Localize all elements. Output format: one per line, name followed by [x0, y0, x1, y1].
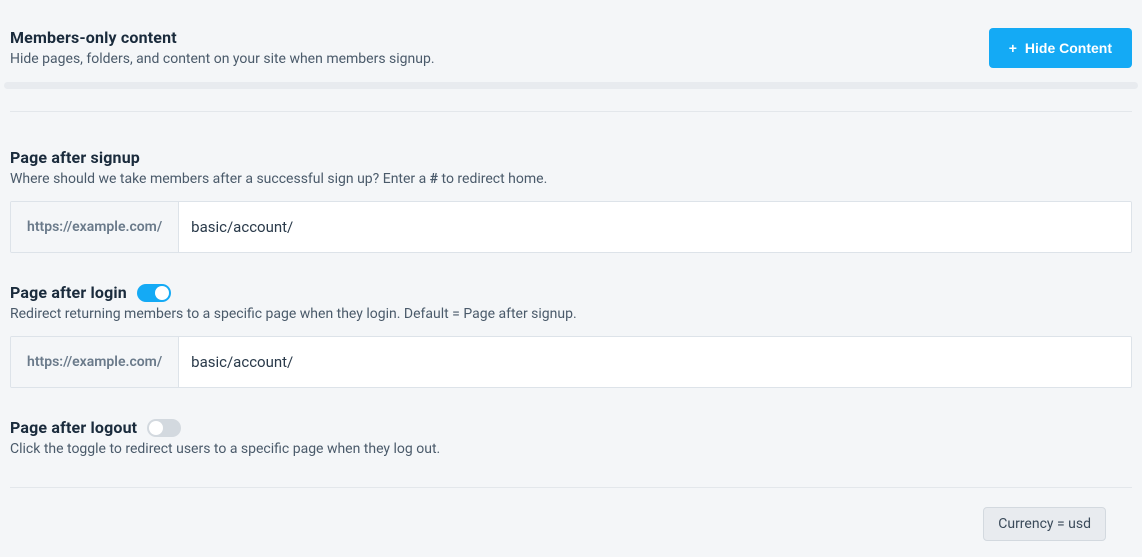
page-after-login-section: Page after login Redirect returning memb…	[10, 253, 1132, 388]
divider	[10, 487, 1132, 488]
page-after-signup-title: Page after signup	[10, 148, 1132, 167]
signup-url-input[interactable]	[179, 202, 1131, 252]
page-after-signup-section: Page after signup Where should we take m…	[10, 112, 1132, 253]
members-only-title: Members-only content	[10, 28, 435, 47]
members-only-desc: Hide pages, folders, and content on your…	[10, 51, 435, 67]
plus-icon: +	[1009, 40, 1017, 56]
login-url-input-group: https://example.com/	[10, 336, 1132, 388]
page-after-login-title: Page after login	[10, 283, 127, 302]
signup-url-input-group: https://example.com/	[10, 201, 1132, 253]
page-after-logout-section: Page after logout Click the toggle to re…	[10, 388, 1132, 457]
members-only-header: Members-only content Hide pages, folders…	[10, 0, 1132, 82]
hide-content-button[interactable]: + Hide Content	[989, 28, 1132, 68]
login-url-input[interactable]	[179, 337, 1131, 387]
page-after-signup-desc: Where should we take members after a suc…	[10, 171, 1132, 187]
logout-redirect-toggle[interactable]	[147, 419, 181, 437]
hide-content-button-label: Hide Content	[1025, 40, 1112, 56]
currency-chip[interactable]: Currency = usd	[983, 507, 1106, 541]
page-after-logout-title: Page after logout	[10, 418, 137, 437]
page-after-login-desc: Redirect returning members to a specific…	[10, 306, 1132, 322]
page-after-logout-desc: Click the toggle to redirect users to a …	[10, 441, 1132, 457]
login-url-prefix: https://example.com/	[11, 337, 179, 387]
content-placeholder-bar	[4, 82, 1138, 89]
login-redirect-toggle[interactable]	[137, 284, 171, 302]
signup-url-prefix: https://example.com/	[11, 202, 179, 252]
